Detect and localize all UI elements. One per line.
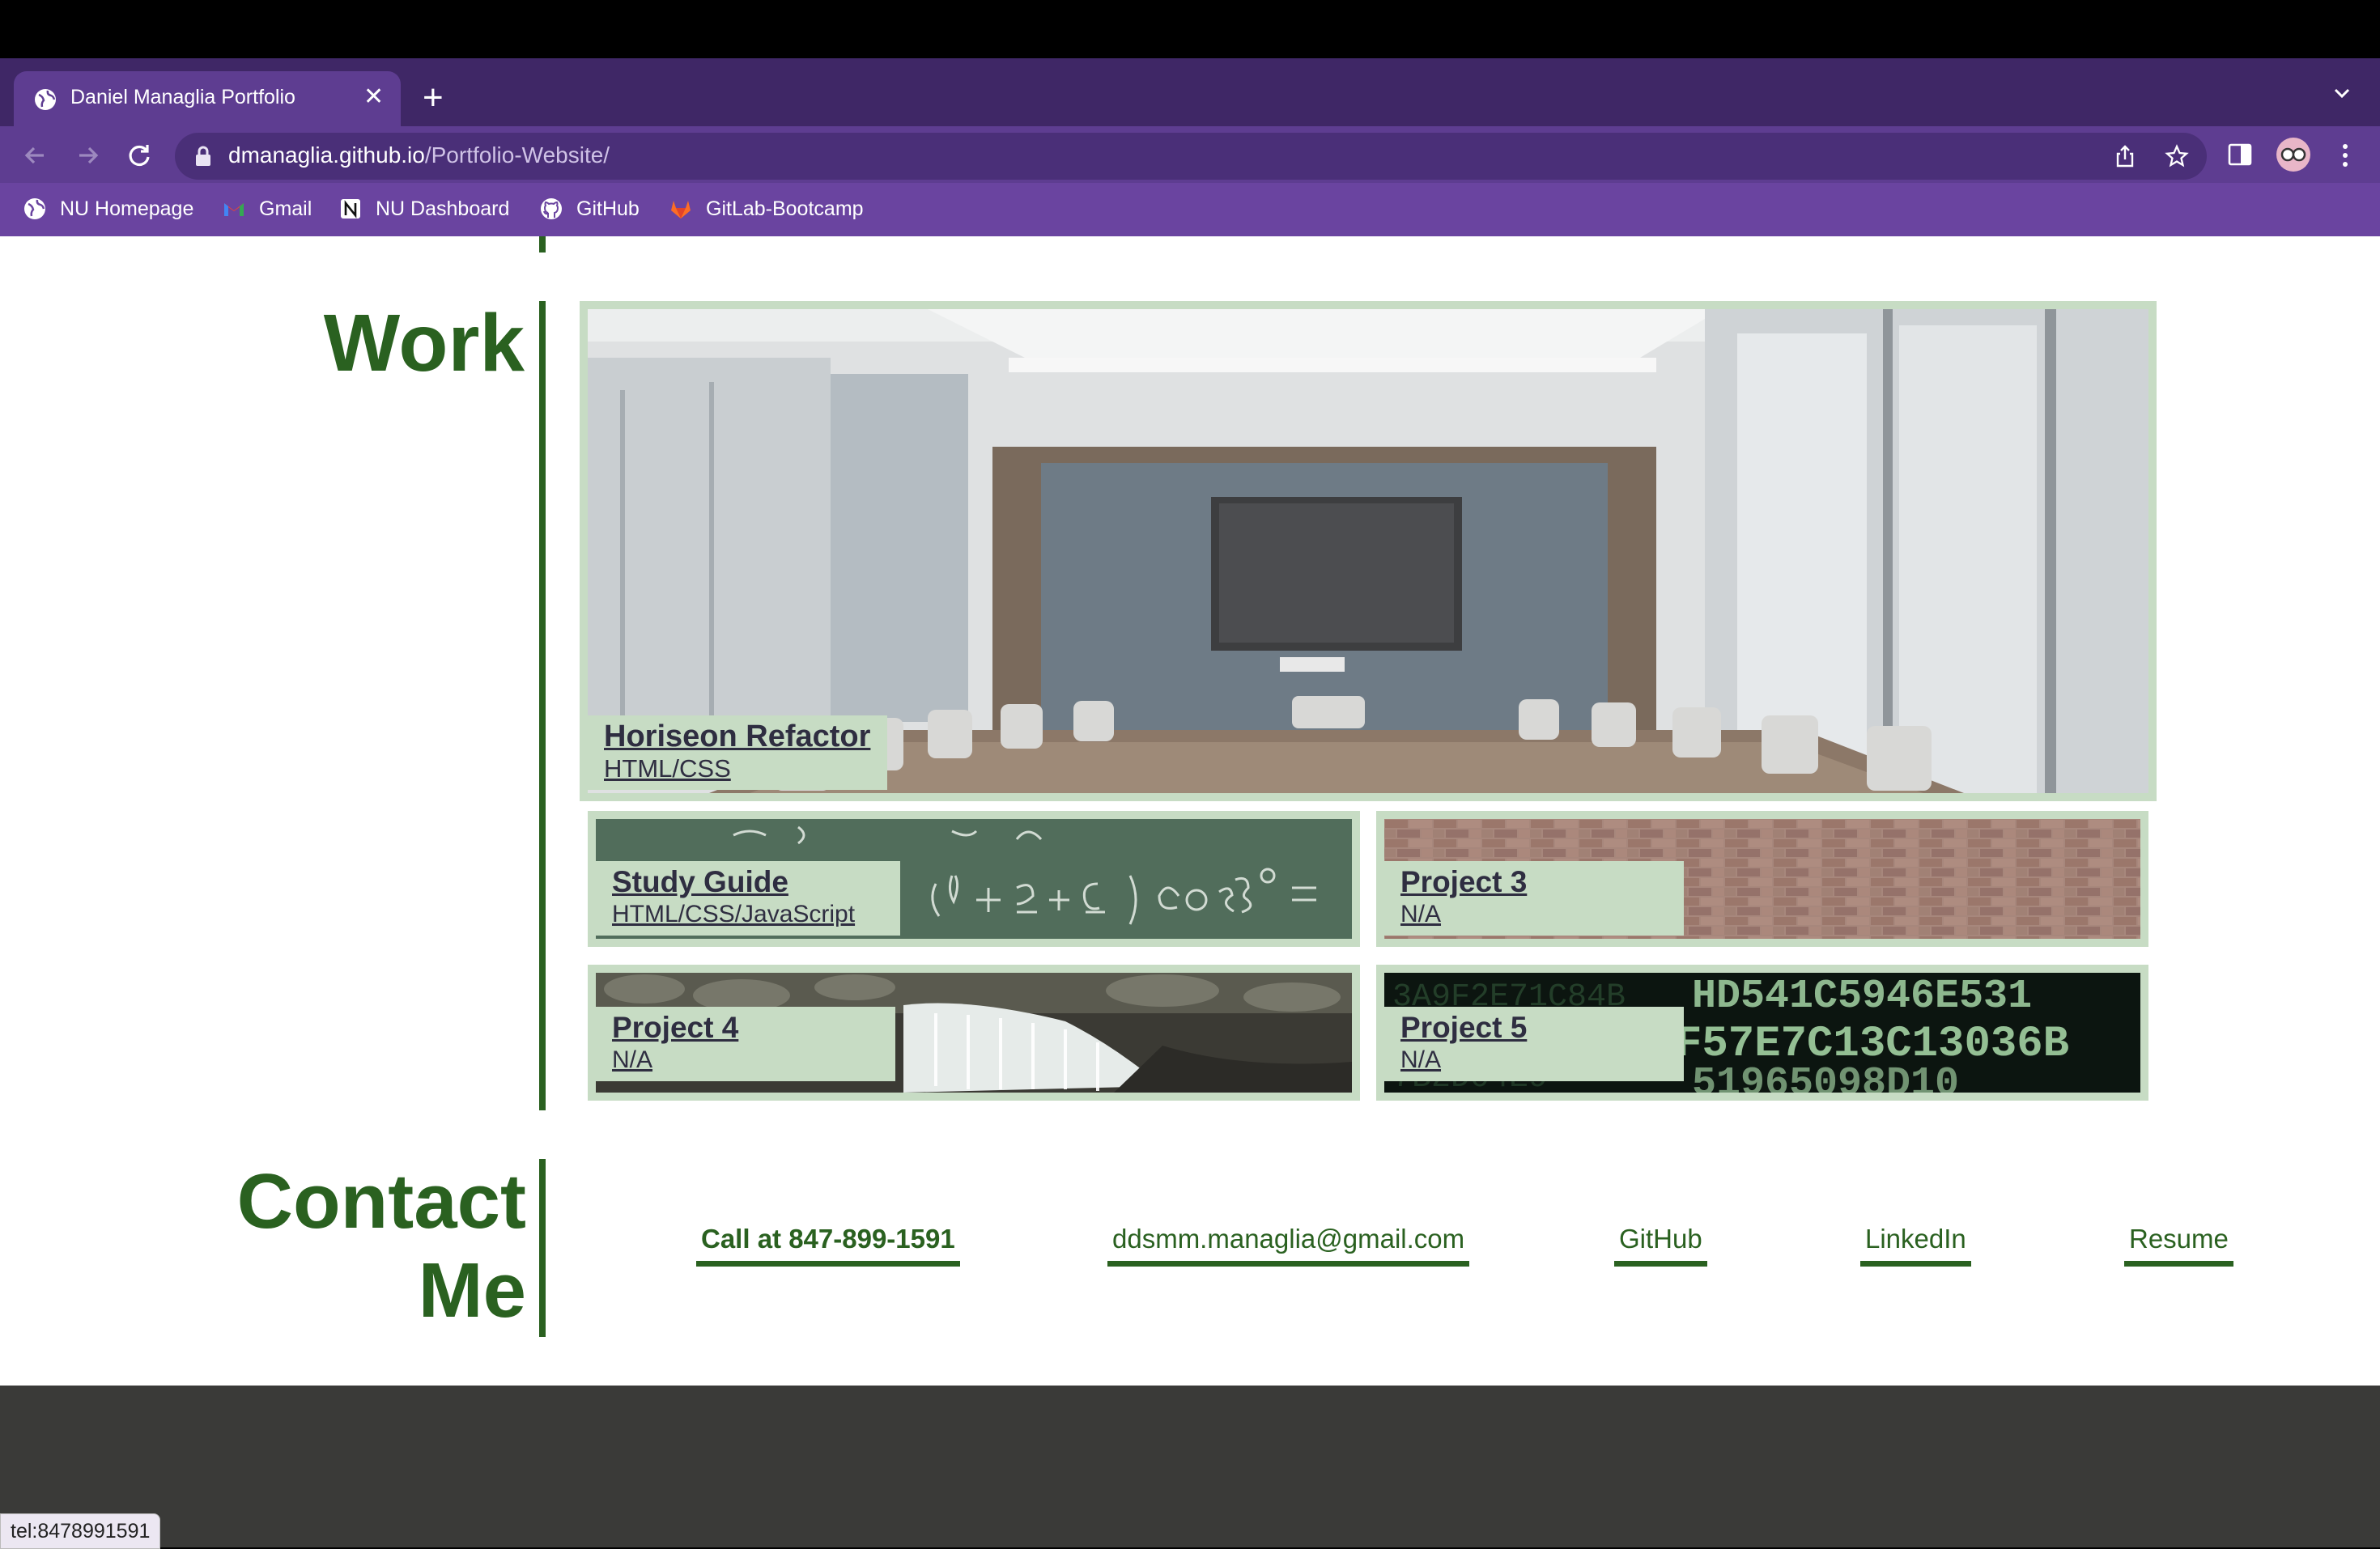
project-label: Horiseon Refactor HTML/CSS [588,715,887,790]
project-tech[interactable]: N/A [1400,1046,1668,1075]
project-tech[interactable]: N/A [612,1046,879,1075]
bookmark-label: GitLab-Bootcamp [706,197,864,220]
project-name[interactable]: Project 5 [1400,1010,1668,1046]
email-link[interactable]: ddsmm.managlia@gmail.com [1107,1224,1470,1267]
url-host: dmanaglia.github.io [228,142,425,168]
notion-icon [341,199,360,219]
contact-heading: Contact Me [162,1157,526,1335]
project-card-project-5[interactable]: HD541C5946E531 F57E7C13C13036B 51965098D… [1376,965,2148,1101]
bookmark-label: NU Dashboard [376,197,510,220]
profile-glasses-icon [2280,147,2306,162]
gmail-icon [224,203,244,216]
window-top-bar [0,0,2380,58]
contact-heading-line2: Me [418,1247,526,1334]
side-panel-icon[interactable] [2226,141,2254,168]
project-tech[interactable]: HTML/CSS [604,754,871,783]
project-name[interactable]: Study Guide [612,864,884,900]
svg-text:HD541C5946E531: HD541C5946E531 [1692,974,2032,1020]
url-path: /Portfolio-Website/ [424,142,610,168]
project-card-project-4[interactable]: Project 4 N/A [588,965,1360,1101]
contact-heading-line1: Contact [236,1158,526,1245]
section-divider-line [539,236,546,253]
bookmark-label: GitHub [576,197,640,220]
project-label: Project 4 N/A [596,1007,895,1081]
bookmark-nu-homepage[interactable]: NU Homepage [23,194,193,223]
call-link[interactable]: Call at 847-899-1591 [696,1224,960,1267]
contact-divider-line [539,1159,546,1337]
globe-icon [35,89,56,110]
bookmark-gmail[interactable]: Gmail [222,194,312,223]
bookmark-label: NU Homepage [60,197,194,220]
work-heading: Work [323,298,525,388]
bookmark-nu-dashboard[interactable]: NU Dashboard [338,194,509,223]
lock-icon[interactable] [194,146,212,167]
project-tech[interactable]: HTML/CSS/JavaScript [612,900,884,929]
work-divider-line [539,301,546,1110]
bookmark-label: Gmail [259,197,312,220]
back-icon[interactable] [19,139,52,172]
project-card-study-guide[interactable]: Study Guide HTML/CSS/JavaScript [588,811,1360,947]
tab-search-chevron-icon[interactable] [2330,81,2354,105]
address-bar[interactable]: dmanaglia.github.io/Portfolio-Website/ [175,133,2207,180]
project-label: Study Guide HTML/CSS/JavaScript [596,861,900,936]
project-tech[interactable]: N/A [1400,900,1668,929]
github-link[interactable]: GitHub [1614,1224,1707,1267]
project-card-horiseon[interactable]: Horiseon Refactor HTML/CSS [580,301,2157,801]
gitlab-icon [671,201,691,219]
profile-avatar[interactable] [2276,138,2310,172]
project-card-project-3[interactable]: Project 3 N/A [1376,811,2148,947]
svg-text:51965098D10: 51965098D10 [1692,1061,1959,1093]
menu-kebab-icon[interactable] [2333,139,2357,172]
project-label: Project 3 N/A [1384,861,1684,936]
project-name[interactable]: Horiseon Refactor [604,719,871,754]
bookmark-star-icon[interactable] [2165,144,2189,168]
page-footer [0,1386,2380,1547]
project-name[interactable]: Project 4 [612,1010,879,1046]
url-text[interactable]: dmanaglia.github.io/Portfolio-Website/ [228,142,610,168]
tab-title: Daniel Managlia Portfolio [70,86,295,108]
status-bar-url: tel:8478991591 [0,1513,161,1549]
bookmark-gitlab-bootcamp[interactable]: GitLab-Bootcamp [669,194,864,223]
share-icon[interactable] [2113,144,2137,168]
globe-icon [24,198,45,219]
forward-icon[interactable] [71,139,104,172]
tab-close-icon[interactable]: ✕ [363,83,384,112]
project-label: Project 5 N/A [1384,1007,1684,1081]
new-tab-icon[interactable]: + [423,78,444,118]
bookmark-github[interactable]: GitHub [539,194,640,223]
github-icon [541,198,562,219]
linkedin-link[interactable]: LinkedIn [1860,1224,1971,1267]
reload-icon[interactable] [123,139,155,172]
browser-tab[interactable]: Daniel Managlia Portfolio ✕ [14,71,401,126]
project-name[interactable]: Project 3 [1400,864,1668,900]
resume-link[interactable]: Resume [2124,1224,2233,1267]
